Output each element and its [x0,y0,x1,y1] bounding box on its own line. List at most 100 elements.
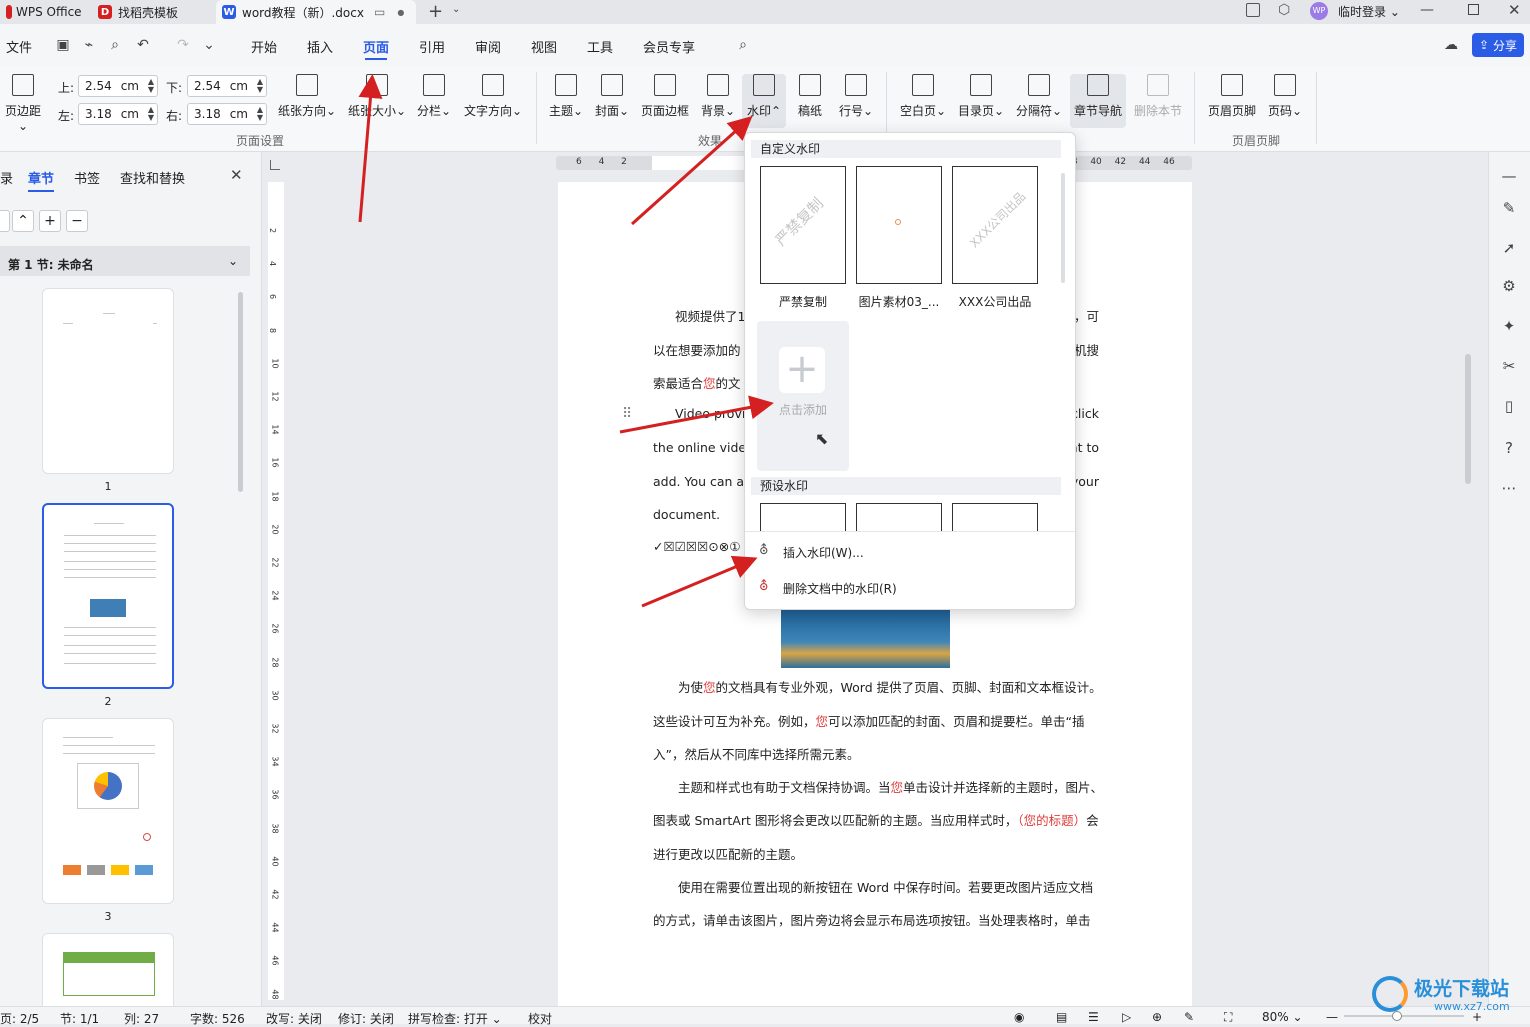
page-thumbnail-4[interactable] [42,933,174,1013]
stepper-icon[interactable]: ▲ ▼ [148,106,154,122]
redo-icon[interactable]: ↷ [174,36,192,54]
menu-file[interactable]: 文件 [6,37,32,56]
more-dropdown-icon[interactable]: ⌄ [200,36,218,54]
left-margin-input[interactable]: 3.18 cm ▲ ▼ [78,103,158,125]
section-nav-button[interactable]: 章节导航 [1070,74,1126,128]
maximize-icon[interactable] [1468,4,1479,15]
remove-section-button[interactable]: − [66,210,88,232]
watermark-card-3[interactable]: XXX公司出品 [952,166,1038,284]
status-words[interactable]: 字数: 526 [190,1010,245,1027]
blank-page-button[interactable]: 空白页⌄ [898,74,948,119]
status-revision[interactable]: 修订: 关闭 [338,1010,394,1027]
search-icon[interactable]: ⌕ [734,36,752,54]
landscape-image[interactable] [781,610,950,668]
move-up-button[interactable]: ⌃ [12,210,34,232]
orientation-button[interactable]: 纸张方向⌄ [276,74,338,119]
ai-icon[interactable]: ✦ [1499,316,1519,336]
vertical-ruler[interactable]: 2 4 6 8 10 12 14 16 18 20 22 24 26 28 30 32 34 36 38 40 42 44… [268,182,284,1000]
login-button[interactable]: 临时登录 ⌄ [1338,3,1400,20]
paper-size-button[interactable]: 纸张大小⌄ [346,74,408,119]
layout-icon[interactable] [1246,3,1260,17]
settings-sliders-icon[interactable]: ⚙ [1499,276,1519,296]
cursor-icon[interactable]: ➚ [1499,238,1519,258]
delete-watermark-item[interactable]: 删除文档中的水印(R) [783,580,897,597]
menu-reference[interactable]: 引用 [419,37,445,56]
tab-find-replace[interactable]: 查找和替换 [120,168,185,187]
watermark-card-2[interactable] [856,166,942,284]
web-view-icon[interactable]: ⊕ [1152,1010,1162,1024]
page-view-icon[interactable]: ▤ [1056,1010,1067,1024]
menu-page[interactable]: 页面 [363,37,389,60]
header-footer-button[interactable]: 页眉页脚 [1206,74,1258,119]
cube-icon[interactable]: ⬡ [1278,2,1290,18]
menu-start[interactable]: 开始 [251,37,277,56]
margins-button[interactable]: 页边距⌄ [0,74,46,133]
stepper-icon[interactable]: ▲ ▼ [148,78,154,94]
stepper-icon[interactable]: ▲ ▼ [257,78,263,94]
new-tab-icon[interactable]: + [428,1,443,22]
menu-tools[interactable]: 工具 [587,37,613,56]
separator-button[interactable]: 分隔符⌄ [1014,74,1064,119]
play-icon[interactable]: ▷ [1122,1010,1131,1024]
watermark-button[interactable]: 水印⌃ [742,74,786,128]
cover-button[interactable]: 封面⌄ [592,74,632,119]
stepper-icon[interactable]: ▲ ▼ [257,106,263,122]
add-watermark-button[interactable]: + 点击添加 ⬉ [757,321,849,471]
text-direction-button[interactable]: 文字方向⌄ [462,74,524,119]
top-margin-input[interactable]: 2.54 cm ▲ ▼ [78,75,158,97]
columns-button[interactable]: 分栏⌄ [414,74,454,119]
status-proof[interactable]: 校对 [528,1010,552,1027]
background-button[interactable]: 背景⌄ [698,74,738,119]
dropdown-scrollbar[interactable] [1061,173,1065,283]
preset-card-2[interactable] [856,503,942,531]
monitor-icon[interactable]: ▭ [374,5,385,19]
preset-card-1[interactable] [760,503,846,531]
tab-wps-office[interactable]: WPS Office [0,0,88,24]
menu-insert[interactable]: 插入 [307,37,333,56]
pen-view-icon[interactable]: ✎ [1184,1010,1194,1024]
outline-view-icon[interactable]: ☰ [1088,1010,1099,1024]
tab-toc[interactable]: 录 [0,168,13,187]
zoom-level[interactable]: 80% ⌄ [1262,1010,1303,1024]
eye-icon[interactable]: ◉ [1014,1010,1024,1024]
zoom-out-icon[interactable]: — [1326,1010,1338,1024]
menu-member[interactable]: 会员专享 [643,37,695,56]
menu-view[interactable]: 视图 [531,37,557,56]
insert-watermark-item[interactable]: 插入水印(W)... [783,544,864,561]
status-rewrite[interactable]: 改写: 关闭 [266,1010,322,1027]
close-panel-icon[interactable]: ✕ [230,166,243,184]
drag-handle-icon[interactable]: ⠿ [622,406,632,422]
page-thumbnail-2[interactable] [42,503,174,689]
tab-stop-icon[interactable] [270,160,280,170]
minimize-icon[interactable]: — [1420,2,1434,18]
status-spell[interactable]: 拼写检查: 打开 ⌄ [408,1010,502,1027]
save-icon[interactable]: ▣ [54,36,72,54]
page-number-button[interactable]: 页码⌄ [1266,74,1304,119]
chevron-down-icon[interactable]: ⌄ [452,4,460,15]
right-margin-input[interactable]: 3.18 cm ▲ ▼ [187,103,267,125]
chevron-down-icon[interactable]: ⌄ [228,254,238,268]
add-section-button[interactable]: + [39,210,61,232]
bottom-margin-input[interactable]: 2.54 cm ▲ ▼ [187,75,267,97]
theme-button[interactable]: 主题⌄ [546,74,586,119]
close-icon[interactable]: ✕ [1508,1,1521,19]
tab-bookmark[interactable]: 书签 [74,168,100,187]
pen-icon[interactable]: ✎ [1499,198,1519,218]
fit-page-icon[interactable]: ⛶ [1224,1010,1232,1025]
watermark-card-1[interactable]: 严禁复制 [760,166,846,284]
panel-scrollbar[interactable] [238,292,243,492]
unsaved-dot-icon[interactable]: ● [397,8,404,17]
share-button[interactable]: ⇪ 分享 [1472,33,1524,57]
status-page[interactable]: 页: 2/5 [0,1010,39,1027]
tools-icon[interactable]: ✂ [1499,356,1519,376]
toc-page-button[interactable]: 目录页⌄ [956,74,1006,119]
doc-scrollbar[interactable] [1464,160,1472,1000]
help-icon[interactable]: ? [1499,438,1519,458]
collapse-button[interactable] [0,210,10,232]
page-thumbnail-1[interactable] [42,288,174,474]
page-thumbnail-3[interactable] [42,718,174,904]
delete-section-button[interactable]: 删除本节 [1132,74,1184,119]
more-icon[interactable]: ⋯ [1499,478,1519,498]
undo-icon[interactable]: ↶ [134,36,152,54]
line-number-button[interactable]: 行号⌄ [836,74,876,119]
